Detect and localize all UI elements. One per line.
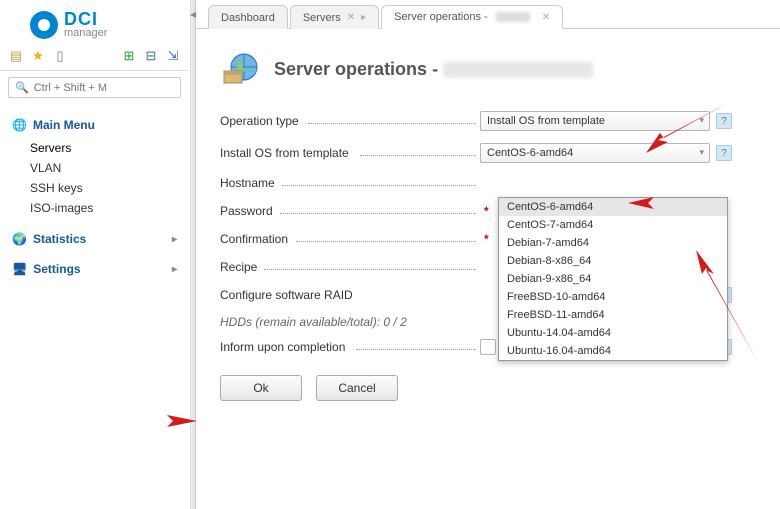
logo: DCI manager xyxy=(0,0,189,44)
sidebar-item-sshkeys[interactable]: SSH keys xyxy=(30,178,189,198)
label-install-template: Install OS from template xyxy=(220,146,480,160)
label-password: Password xyxy=(220,204,480,218)
sidebar-item-servers[interactable]: Servers xyxy=(30,138,189,158)
help-icon[interactable]: ? xyxy=(716,113,732,129)
remove-icon[interactable]: ⊟ xyxy=(143,48,159,64)
label-hostname: Hostname xyxy=(220,176,480,190)
tab-servers[interactable]: Servers ✕ ▸ xyxy=(290,5,379,29)
tabs: Dashboard Servers ✕ ▸ Server operations - … xyxy=(196,4,780,28)
tab-dashboard[interactable]: Dashboard xyxy=(208,5,288,29)
select-install-template[interactable]: CentOS-6-amd64 xyxy=(480,143,710,163)
checkbox-inform[interactable] xyxy=(480,339,496,355)
sidebar: DCI manager ▤ ★ ▯ ⊞ ⊟ ⇲ 🔍 🌐 Main Menu Se… xyxy=(0,0,190,509)
required-star: * xyxy=(484,232,489,246)
os-option[interactable]: FreeBSD-11-amd64 xyxy=(499,306,727,324)
redacted xyxy=(496,12,530,22)
search-input[interactable] xyxy=(34,82,176,94)
os-option[interactable]: Debian-9-x86_64 xyxy=(499,270,727,288)
add-icon[interactable]: ⊞ xyxy=(121,48,137,64)
nav-settings-header[interactable]: 🖥 Settings ▸ xyxy=(0,258,189,280)
monitor-icon: 🖥 xyxy=(12,262,27,276)
os-option[interactable]: FreeBSD-10-amd64 xyxy=(499,288,727,306)
os-option[interactable]: CentOS-7-amd64 xyxy=(499,216,727,234)
sidebar-item-iso[interactable]: ISO-images xyxy=(30,198,189,218)
label-raid: Configure software RAID xyxy=(220,288,480,302)
cancel-button[interactable]: Cancel xyxy=(316,375,398,401)
tab-label: Dashboard xyxy=(221,12,275,24)
close-icon[interactable]: ✕ xyxy=(347,12,355,23)
pin-icon[interactable]: ⇲ xyxy=(165,48,181,64)
nav-settings-label: Settings xyxy=(33,262,80,276)
os-option[interactable]: Ubuntu-16.04-amd64 xyxy=(499,342,727,360)
label-recipe: Recipe xyxy=(220,260,480,274)
chevron-right-icon: ▸ xyxy=(361,12,366,23)
os-option[interactable]: Debian-7-amd64 xyxy=(499,234,727,252)
nav-stats-label: Statistics xyxy=(33,232,86,246)
os-option[interactable]: CentOS-6-amd64 xyxy=(499,198,727,216)
label-inform: Inform upon completion xyxy=(220,340,480,354)
nav-main-header[interactable]: 🌐 Main Menu xyxy=(0,114,189,136)
select-operation-type[interactable]: Install OS from template xyxy=(480,111,710,131)
server-globe-icon xyxy=(220,49,260,89)
title-prefix: Server operations - xyxy=(274,59,443,79)
star-icon[interactable]: ★ xyxy=(30,48,46,64)
os-dropdown-list[interactable]: CentOS-6-amd64CentOS-7-amd64Debian-7-amd… xyxy=(498,197,728,361)
label-confirmation: Confirmation xyxy=(220,232,480,246)
nav: 🌐 Main Menu Servers VLAN SSH keys ISO-im… xyxy=(0,104,189,290)
nav-stats-header[interactable]: 🌍 Statistics ▸ xyxy=(0,228,189,250)
search-box[interactable]: 🔍 xyxy=(8,77,181,98)
chart-icon: 🌍 xyxy=(12,232,27,246)
ok-button[interactable]: Ok xyxy=(220,375,302,401)
sidebar-item-vlan[interactable]: VLAN xyxy=(30,158,189,178)
chevron-right-icon: ▸ xyxy=(172,234,177,245)
logo-icon xyxy=(30,11,58,39)
tab-server-operations[interactable]: Server operations - ✕ xyxy=(381,5,563,29)
tab-label: Server operations - xyxy=(394,11,488,23)
logo-manager: manager xyxy=(64,28,107,39)
redacted xyxy=(443,62,593,78)
required-star: * xyxy=(484,204,489,218)
os-option[interactable]: Debian-8-x86_64 xyxy=(499,252,727,270)
chevron-right-icon: ▸ xyxy=(172,264,177,275)
tab-label: Servers xyxy=(303,12,341,24)
clipboard-icon[interactable]: ▯ xyxy=(52,48,68,64)
close-icon[interactable]: ✕ xyxy=(542,12,550,23)
page-title: Server operations - xyxy=(274,59,593,80)
label-operation-type: Operation type xyxy=(220,114,480,128)
os-option[interactable]: Ubuntu-14.04-amd64 xyxy=(499,324,727,342)
nav-main-label: Main Menu xyxy=(33,118,95,132)
sidebar-divider[interactable] xyxy=(190,0,196,509)
logo-dci: DCI xyxy=(64,10,107,28)
globe-icon: 🌐 xyxy=(12,118,27,132)
help-icon[interactable]: ? xyxy=(716,145,732,161)
search-icon: 🔍 xyxy=(15,81,29,94)
list-icon[interactable]: ▤ xyxy=(8,48,24,64)
mini-toolbar: ▤ ★ ▯ ⊞ ⊟ ⇲ xyxy=(0,44,189,71)
